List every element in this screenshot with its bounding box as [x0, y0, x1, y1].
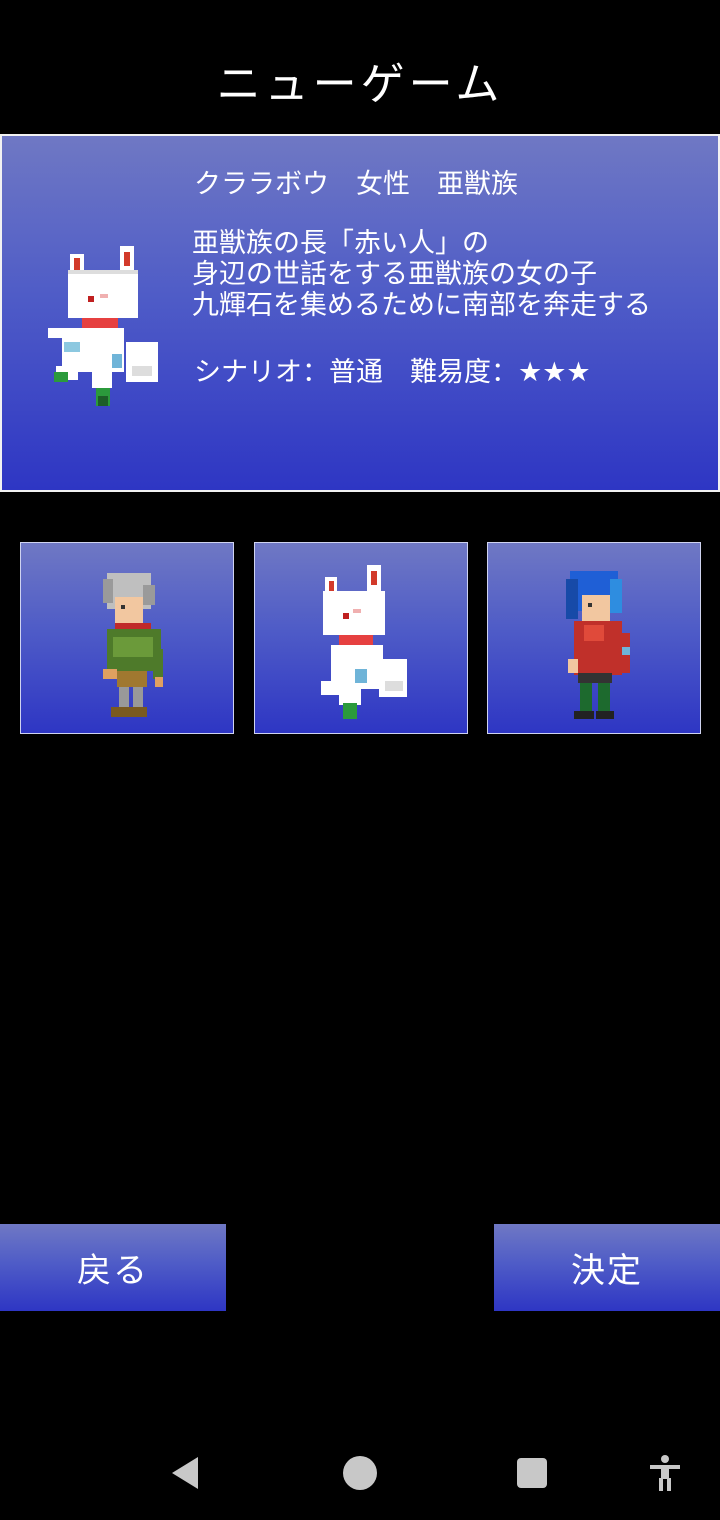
fox-girl-portrait	[48, 246, 158, 406]
nav-back-icon[interactable]	[160, 1448, 210, 1498]
scenario-difficulty: シナリオ：普通 難易度：★★★	[194, 357, 591, 388]
description-line: 身辺の世話をする亜獣族の女の子	[192, 259, 597, 290]
nav-recents-icon[interactable]	[507, 1448, 557, 1498]
accessibility-icon	[650, 1455, 680, 1491]
character-card-blue-haired-boy[interactable]	[487, 542, 701, 734]
character-info-panel: クララボウ 女性 亜獣族 亜獣族の長「赤い人」の 身辺の世話をする亜獣族の女の子…	[0, 134, 720, 492]
gray-haired-boy-sprite	[103, 573, 163, 717]
nav-home-icon[interactable]	[335, 1448, 385, 1498]
character-card-fox-girl[interactable]	[254, 542, 468, 734]
white-fox-girl-sprite	[321, 565, 407, 719]
screen-title: ニューゲーム	[216, 59, 504, 110]
nav-accessibility-icon[interactable]	[640, 1448, 690, 1498]
back-button[interactable]: 戻る	[0, 1224, 226, 1311]
home-circle-icon	[343, 1456, 377, 1490]
blue-haired-boy-red-coat-sprite	[566, 571, 630, 719]
character-card-gray-haired-boy[interactable]	[20, 542, 234, 734]
description-line: 九輝石を集めるために南部を奔走する	[192, 290, 651, 321]
recents-square-icon	[517, 1458, 547, 1488]
description-line: 亜獣族の長「赤い人」の	[192, 228, 489, 259]
back-triangle-icon	[172, 1457, 198, 1489]
confirm-button[interactable]: 決定	[494, 1224, 720, 1311]
character-name-gender-race: クララボウ 女性 亜獣族	[194, 169, 518, 200]
system-navigation-bar	[0, 1420, 720, 1520]
character-description: 亜獣族の長「赤い人」の 身辺の世話をする亜獣族の女の子 九輝石を集めるために南部…	[192, 228, 651, 321]
